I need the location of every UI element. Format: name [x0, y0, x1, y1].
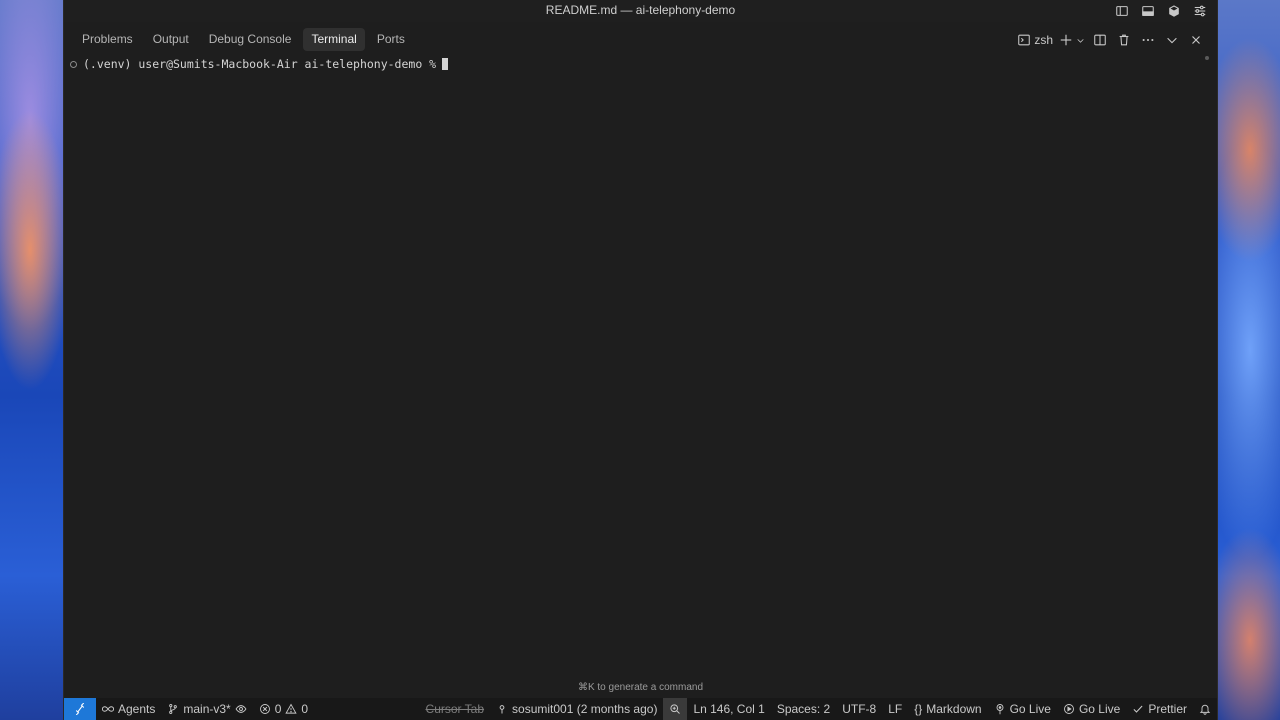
encoding-status[interactable]: UTF-8 [836, 698, 882, 720]
broadcast-icon [996, 704, 1004, 715]
remote-icon [75, 703, 85, 715]
cursor-position-status[interactable]: Ln 146, Col 1 [687, 698, 770, 720]
warning-icon [285, 703, 298, 714]
terminal-scrollbar[interactable] [1205, 56, 1209, 60]
terminal-prompt-line: (.venv) user@Sumits-Macbook-Air ai-telep… [70, 57, 449, 71]
prettier-label: Prettier [1148, 702, 1187, 716]
git-branch-icon [169, 704, 178, 714]
tab-debug-console[interactable]: Debug Console [201, 28, 300, 51]
terminal-icon [1018, 34, 1031, 46]
go-live-label-1: Go Live [1009, 702, 1051, 716]
blame-label: sosumit001 (2 months ago) [512, 702, 658, 716]
prettier-status[interactable]: Prettier [1126, 698, 1193, 720]
tab-problems[interactable]: Problems [74, 28, 141, 51]
agents-label: Agents [118, 702, 156, 716]
cube-icon[interactable] [1165, 2, 1183, 20]
tab-terminal[interactable]: Terminal [303, 28, 365, 51]
error-icon [259, 704, 270, 714]
bell-icon [1199, 704, 1211, 715]
terminal-shell-selector[interactable]: zsh [1017, 30, 1053, 50]
chevron-down-icon [1167, 37, 1177, 44]
customize-layout-icon[interactable] [1191, 2, 1209, 20]
tab-output[interactable]: Output [145, 28, 197, 51]
generate-command-hint: ⌘K to generate a command [577, 682, 704, 693]
indentation-status[interactable]: Spaces: 2 [771, 698, 836, 720]
status-bar: Agents main-v3* 0 0 Cursor Tab sosumit00… [64, 698, 1217, 720]
agents-status[interactable]: Agents [96, 698, 161, 720]
braces-icon: {} [914, 702, 923, 716]
close-panel-button[interactable] [1187, 30, 1205, 50]
zoom-icon [670, 704, 681, 714]
shell-label: zsh [1034, 33, 1053, 47]
tab-ports[interactable]: Ports [369, 28, 413, 51]
eol-status[interactable]: LF [882, 698, 908, 720]
maximize-panel-button[interactable] [1163, 30, 1181, 50]
command-status-icon [70, 60, 77, 68]
infinity-icon [102, 706, 114, 712]
panel-actions: zsh [1017, 30, 1205, 50]
eye-icon [235, 705, 247, 713]
problems-status[interactable]: 0 0 [253, 698, 314, 720]
layout-controls [1113, 2, 1209, 20]
chevron-down-icon [1077, 38, 1084, 43]
notifications-button[interactable] [1193, 698, 1217, 720]
split-icon [1094, 34, 1106, 46]
go-live-status-1[interactable]: Go Live [988, 698, 1057, 720]
language-mode-status[interactable]: {} Markdown [908, 698, 987, 720]
terminal-area[interactable]: (.venv) user@Sumits-Macbook-Air ai-telep… [64, 54, 1217, 696]
plus-icon [1060, 34, 1072, 46]
zoom-status[interactable] [663, 698, 688, 720]
toggle-sidebar-icon[interactable] [1113, 2, 1131, 20]
play-circle-icon [1064, 704, 1074, 714]
split-terminal-button[interactable] [1091, 30, 1109, 50]
branch-label: main-v3* [183, 702, 231, 716]
error-count: 0 [274, 702, 282, 716]
go-live-label-2: Go Live [1078, 702, 1121, 716]
window-title: README.md — ai-telephony-demo [545, 3, 736, 17]
more-actions-button[interactable] [1139, 30, 1157, 50]
close-icon [1192, 36, 1200, 44]
git-blame-status[interactable]: sosumit001 (2 months ago) [490, 698, 663, 720]
panel-header: Problems Output Debug Console Terminal P… [64, 28, 1217, 52]
ellipsis-icon [1142, 38, 1154, 42]
remote-indicator[interactable] [64, 698, 96, 720]
panel-tabs: Problems Output Debug Console Terminal P… [74, 28, 413, 51]
trash-icon [1119, 34, 1129, 46]
check-icon [1133, 705, 1143, 713]
go-live-status-2[interactable]: Go Live [1057, 698, 1126, 720]
warning-count: 0 [301, 702, 309, 716]
git-branch-status[interactable]: main-v3* [161, 698, 252, 720]
kill-terminal-button[interactable] [1115, 30, 1133, 50]
terminal-prompt: (.venv) user@Sumits-Macbook-Air ai-telep… [83, 57, 437, 71]
cursor-tab-status[interactable]: Cursor Tab [420, 698, 490, 720]
new-terminal-button[interactable] [1059, 30, 1085, 50]
title-bar: README.md — ai-telephony-demo [64, 0, 1217, 22]
commit-icon [499, 705, 505, 714]
terminal-cursor [442, 58, 449, 70]
toggle-panel-icon[interactable] [1139, 2, 1157, 20]
editor-window: README.md — ai-telephony-demo Problems O… [63, 0, 1218, 720]
language-label: Markdown [926, 702, 982, 716]
